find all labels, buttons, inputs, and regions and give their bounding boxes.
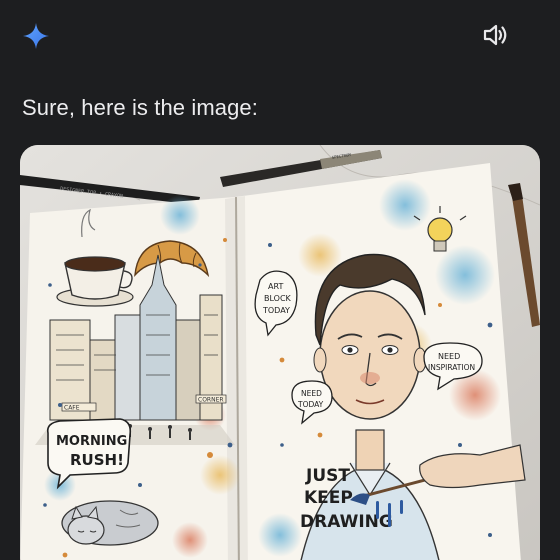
svg-text:KEEP: KEEP: [304, 488, 353, 508]
chat-screen: Sure, here is the image: DESIGNER TOP • …: [0, 0, 560, 560]
generated-image[interactable]: DESIGNER TOP • CRAYON SPECTRUM CAFE CORN…: [20, 145, 540, 560]
svg-text:NEED: NEED: [438, 352, 460, 361]
sketchbook-illustration: DESIGNER TOP • CRAYON SPECTRUM CAFE CORN…: [20, 145, 540, 560]
gemini-spark-icon: [23, 23, 49, 49]
svg-text:JUST: JUST: [305, 466, 350, 486]
response-text: Sure, here is the image:: [22, 95, 258, 120]
svg-text:ART: ART: [268, 282, 283, 291]
svg-text:INSPIRATION: INSPIRATION: [428, 363, 475, 372]
svg-text:MORNING: MORNING: [56, 434, 127, 449]
svg-text:CAFE: CAFE: [64, 405, 80, 412]
sleeping-cat-sketch: [61, 500, 159, 546]
svg-text:NEED: NEED: [301, 389, 322, 398]
svg-text:TODAY: TODAY: [297, 400, 324, 409]
svg-text:TODAY: TODAY: [262, 306, 290, 315]
svg-text:RUSH!: RUSH!: [70, 451, 124, 469]
svg-text:BLOCK: BLOCK: [264, 294, 292, 303]
speaker-icon[interactable]: [480, 20, 510, 50]
svg-text:CORNER: CORNER: [198, 397, 224, 404]
